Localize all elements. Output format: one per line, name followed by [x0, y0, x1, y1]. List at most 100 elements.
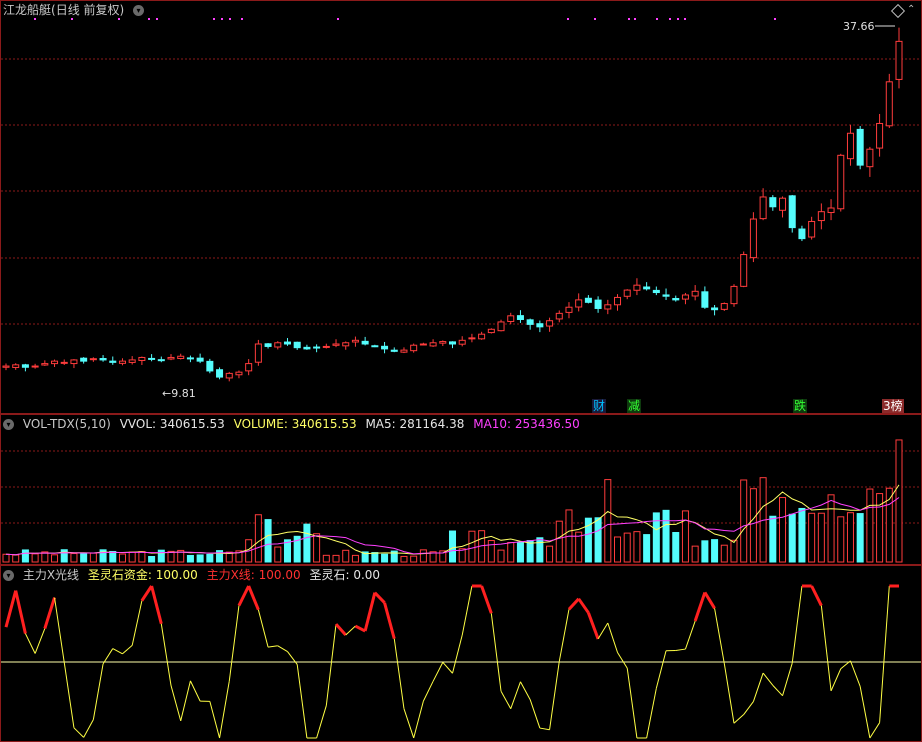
volume-pane[interactable]: ▾ VOL-TDX(5,10) VVOL: 340615.53 VOLUME: … — [0, 414, 922, 565]
volume-bar — [80, 553, 88, 563]
volume-bar — [779, 497, 787, 563]
candle-body — [895, 40, 903, 80]
fund-value: 圣灵石资金: 100.00 — [87, 568, 198, 582]
volume-bar — [837, 516, 845, 563]
candle-body — [584, 297, 592, 303]
signal-dot — [337, 18, 339, 20]
fund-line-segment — [422, 681, 434, 702]
volume-bar — [817, 512, 825, 563]
candle-body — [623, 289, 631, 297]
volume-bar — [322, 554, 330, 563]
volume-bar — [60, 549, 68, 563]
fund-line-segment — [24, 633, 36, 654]
fund-line-segment — [655, 650, 667, 689]
chevron-down-circle-icon[interactable]: ▾ — [133, 5, 145, 16]
event-tag-ranking[interactable]: 3榜 — [882, 399, 904, 413]
fund-line-segment — [180, 680, 191, 721]
signal-dot — [594, 18, 596, 20]
volume-bar — [662, 509, 670, 563]
xline-segment — [586, 612, 600, 640]
candle-body — [458, 339, 466, 345]
candle-body — [516, 315, 524, 320]
candle-body — [313, 346, 321, 349]
volume-bar — [89, 552, 97, 563]
candle-body — [672, 298, 680, 301]
candle-body — [342, 342, 350, 347]
candle-body — [196, 357, 204, 362]
candle-body — [80, 357, 88, 362]
candle-body — [779, 197, 787, 211]
xline-segment — [693, 591, 707, 622]
fund-line-segment — [296, 664, 308, 739]
candle-body — [798, 228, 806, 240]
event-tag-drop[interactable]: 跌 — [793, 399, 808, 413]
candle-body — [876, 122, 884, 149]
fund-line-segment — [170, 685, 182, 721]
fund-line-segment — [675, 648, 686, 651]
candle-body — [70, 359, 78, 365]
fund-line-segment — [500, 690, 512, 710]
candle-body — [730, 285, 738, 305]
candle-body — [866, 148, 874, 168]
candle-body — [643, 286, 651, 290]
candle-body — [381, 345, 389, 350]
signal-dot — [156, 18, 158, 20]
fund-line-segment — [714, 608, 725, 664]
candle-body — [808, 220, 816, 238]
candle-body — [701, 291, 709, 308]
candle-body — [167, 356, 175, 360]
chevron-down-circle-icon[interactable]: ▾ — [3, 419, 14, 430]
volume-bar — [827, 494, 835, 563]
indicator-name[interactable]: 主力X光线 — [23, 568, 79, 582]
fund-line-segment — [529, 699, 541, 729]
ma5-value: MA5: 281164.38 — [365, 417, 465, 431]
xline-segment — [480, 585, 493, 614]
candle-body — [138, 356, 146, 361]
candle-body — [497, 321, 505, 332]
fund-line-segment — [228, 605, 240, 682]
fund-line-segment — [393, 638, 405, 709]
price-chart-pane[interactable]: 江龙船艇(日线 前复权) ▾ 37.66 ←9.81 ⌃ 财 减 跌 3榜 — [0, 0, 922, 414]
fund-line-segment — [597, 622, 609, 640]
fund-line-segment — [131, 600, 143, 646]
volume-bar — [681, 510, 689, 563]
candle-body — [89, 358, 97, 361]
volume-bar — [497, 549, 505, 563]
candle-body — [2, 365, 10, 368]
fund-line-segment — [859, 686, 871, 739]
signal-dot — [628, 18, 630, 20]
fund-line-segment — [83, 719, 94, 738]
fund-line-segment — [73, 727, 85, 738]
event-tag-reduce[interactable]: 减 — [627, 399, 642, 413]
fund-line-segment — [209, 701, 221, 739]
volume-bar — [614, 536, 622, 563]
volume-bar — [536, 537, 544, 563]
volume-bar — [507, 541, 515, 563]
chevron-down-circle-icon[interactable]: ▾ — [3, 570, 14, 581]
indicator-pane[interactable]: ▾ 主力X光线 圣灵石资金: 100.00 主力X线: 100.00 圣灵石: … — [0, 565, 922, 742]
volume-bar — [788, 513, 796, 563]
volume-bar — [254, 514, 262, 563]
xline-segment — [237, 585, 251, 607]
candle-body — [332, 343, 340, 346]
event-tag-earnings[interactable]: 财 — [592, 399, 607, 413]
candle-body — [507, 315, 515, 322]
volume-bar — [555, 520, 563, 563]
volume-indicator-name[interactable]: VOL-TDX(5,10) — [23, 417, 111, 431]
candle-body — [274, 342, 282, 348]
volume-bar — [70, 553, 78, 563]
volume-bar — [769, 515, 777, 563]
candle-body — [827, 207, 835, 214]
xline-segment — [4, 590, 18, 628]
indicator-header: ▾ 主力X光线 圣灵石资金: 100.00 主力X线: 100.00 圣灵石: … — [3, 567, 385, 583]
candle-body — [109, 360, 117, 363]
signal-dot — [148, 18, 150, 20]
volume-bar — [264, 519, 272, 563]
xline-segment — [150, 585, 163, 625]
signal-dot — [567, 18, 569, 20]
volume-bar — [856, 513, 864, 563]
chevron-up-icon[interactable]: ⌃ — [907, 4, 915, 15]
volume-bar — [118, 553, 126, 563]
candle-body — [361, 340, 369, 345]
volume-bar — [604, 479, 612, 563]
